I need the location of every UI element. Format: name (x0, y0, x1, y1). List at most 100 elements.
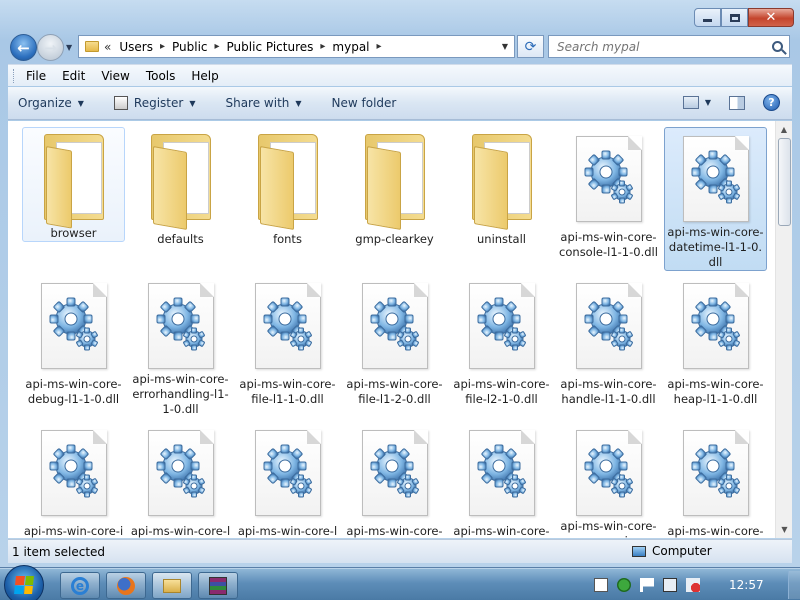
scroll-up-arrow-icon[interactable]: ▲ (776, 121, 792, 138)
file-item[interactable]: api-ms-win-core-file-l2-1-0.dll (450, 274, 553, 418)
view-options-dropdown-icon[interactable]: ▼ (705, 98, 711, 107)
gear-icon (263, 444, 312, 498)
refresh-button[interactable]: ⟳ (517, 35, 544, 58)
breadcrumb-item[interactable]: Users (119, 40, 153, 54)
folder-item[interactable]: defaults (129, 127, 232, 271)
taskbar-firefox[interactable] (106, 572, 146, 599)
item-label: api-ms-win-core-console-l1-1-0.dll (559, 230, 658, 259)
file-item[interactable]: api-ms-win-core-localization-l1-2 (236, 421, 339, 538)
file-item[interactable]: api-ms-win-core-memory-l1-1-0 (343, 421, 446, 538)
breadcrumb-item[interactable]: Public (172, 40, 208, 54)
folder-item[interactable]: uninstall (450, 127, 553, 271)
dll-file-icon (254, 430, 321, 518)
close-button[interactable]: ✕ (748, 8, 794, 27)
action-center-flag-icon[interactable] (640, 578, 654, 592)
gear-icon (691, 150, 740, 204)
folder-item[interactable]: fonts (236, 127, 339, 271)
register-button[interactable]: Register ▼ (113, 96, 196, 110)
title-bar[interactable]: ✕ (0, 0, 800, 30)
maximize-icon (729, 13, 740, 22)
breadcrumb-item[interactable]: Public Pictures (227, 40, 314, 54)
file-item[interactable]: api-ms-win-core-processthreads (664, 421, 767, 538)
file-item[interactable]: api-ms-win-core-processenvironment (557, 421, 660, 538)
file-item[interactable]: api-ms-win-core-interlocked-l1-1 (22, 421, 125, 538)
taskbar-winrar[interactable] (198, 572, 238, 599)
share-with-label: Share with (225, 96, 290, 110)
file-item[interactable]: api-ms-win-core-errorhandling-l1-1-0.dll (129, 274, 232, 418)
file-list-pane[interactable]: browser defaults fonts gmp-clearkey uninstal… (8, 121, 792, 538)
breadcrumb-chevron-icon[interactable]: ▸ (320, 41, 325, 52)
clipboard-tray-icon[interactable] (594, 578, 608, 592)
search-icon[interactable] (772, 41, 783, 52)
vertical-scrollbar[interactable]: ▲ ▼ (775, 121, 792, 538)
file-item[interactable]: api-ms-win-core-libraryloader-l1 (129, 421, 232, 538)
folder-item[interactable]: gmp-clearkey (343, 127, 446, 271)
taskbar: e 12:57 (0, 565, 800, 600)
item-label: api-ms-win-core-processthreads (667, 524, 764, 538)
location-label: Computer (652, 544, 712, 558)
gear-icon (584, 297, 633, 351)
menu-view[interactable]: View (101, 69, 129, 83)
clock[interactable]: 12:57 (729, 578, 764, 592)
chevron-down-icon: ▼ (189, 98, 196, 108)
show-desktop-button[interactable] (788, 571, 800, 599)
help-icon[interactable]: ? (763, 94, 780, 111)
breadcrumb-chevron-icon[interactable]: ▸ (160, 41, 165, 52)
scroll-down-arrow-icon[interactable]: ▼ (776, 521, 792, 538)
winrar-icon (209, 576, 227, 595)
start-button[interactable] (4, 565, 44, 600)
gear-icon (263, 297, 312, 351)
menu-edit[interactable]: Edit (62, 69, 85, 83)
breadcrumb-overflow-icon[interactable]: « (104, 40, 111, 54)
item-label: api-ms-win-core-file-l1-1-0.dll (239, 377, 336, 406)
security-shield-icon[interactable] (617, 578, 631, 592)
preview-pane-icon[interactable] (729, 95, 745, 110)
file-item[interactable]: api-ms-win-core-file-l1-2-0.dll (343, 274, 446, 418)
forward-button[interactable]: → (37, 34, 64, 61)
address-dropdown-icon[interactable]: ▼ (502, 42, 508, 51)
folder-icon (355, 132, 435, 230)
register-icon (113, 96, 128, 110)
folder-item[interactable]: browser (22, 127, 125, 242)
breadcrumb-chevron-icon[interactable]: ▸ (215, 41, 220, 52)
windows-logo-icon (14, 576, 34, 594)
search-input[interactable] (557, 39, 757, 54)
share-with-button[interactable]: Share with ▼ (225, 96, 301, 110)
file-item[interactable]: api-ms-win-core-console-l1-1-0.dll (557, 127, 660, 271)
change-view-icon[interactable] (682, 96, 699, 109)
menu-grip (13, 69, 16, 83)
new-folder-button[interactable]: New folder (332, 96, 397, 110)
item-label: api-ms-win-core-datetime-l1-1-0.dll (667, 225, 764, 269)
menu-help[interactable]: Help (191, 69, 218, 83)
back-arrow-icon: ← (17, 38, 30, 57)
file-item[interactable]: api-ms-win-core-file-l1-1-0.dll (236, 274, 339, 418)
dll-file-icon (361, 283, 428, 371)
volume-muted-icon[interactable] (686, 578, 700, 592)
forward-arrow-icon: → (44, 38, 57, 57)
recent-pages-dropdown-icon[interactable]: ▼ (66, 43, 72, 52)
back-button[interactable]: ← (10, 34, 37, 61)
taskbar-internet-explorer[interactable]: e (60, 572, 100, 599)
menu-file[interactable]: File (26, 69, 46, 83)
file-item[interactable]: api-ms-win-core-datetime-l1-1-0.dll (664, 127, 767, 271)
breadcrumb-chevron-icon[interactable]: ▸ (377, 41, 382, 52)
maximize-button[interactable] (721, 8, 748, 27)
file-item[interactable]: api-ms-win-core-handle-l1-1-0.dll (557, 274, 660, 418)
item-label: defaults (157, 232, 204, 246)
scroll-thumb[interactable] (778, 138, 791, 226)
breadcrumb-item[interactable]: mypal (332, 40, 369, 54)
organize-button[interactable]: Organize ▼ (18, 96, 84, 110)
search-box[interactable] (548, 35, 790, 58)
file-item[interactable]: api-ms-win-core-namedpipe-l1-1 (450, 421, 553, 538)
menu-tools[interactable]: Tools (146, 69, 176, 83)
network-icon[interactable] (663, 578, 677, 592)
menu-bar: File Edit View Tools Help (8, 64, 792, 86)
file-item[interactable]: api-ms-win-core-heap-l1-1-0.dll (664, 274, 767, 418)
navigation-bar: ← → ▼ « Users ▸ Public ▸ Public Pictures… (0, 31, 800, 61)
address-bar[interactable]: « Users ▸ Public ▸ Public Pictures ▸ myp… (78, 35, 515, 58)
firefox-icon (117, 576, 135, 595)
item-label: api-ms-win-core-file-l1-2-0.dll (346, 377, 443, 406)
file-item[interactable]: api-ms-win-core-debug-l1-1-0.dll (22, 274, 125, 418)
minimize-button[interactable] (694, 8, 721, 27)
taskbar-windows-explorer[interactable] (152, 572, 192, 599)
